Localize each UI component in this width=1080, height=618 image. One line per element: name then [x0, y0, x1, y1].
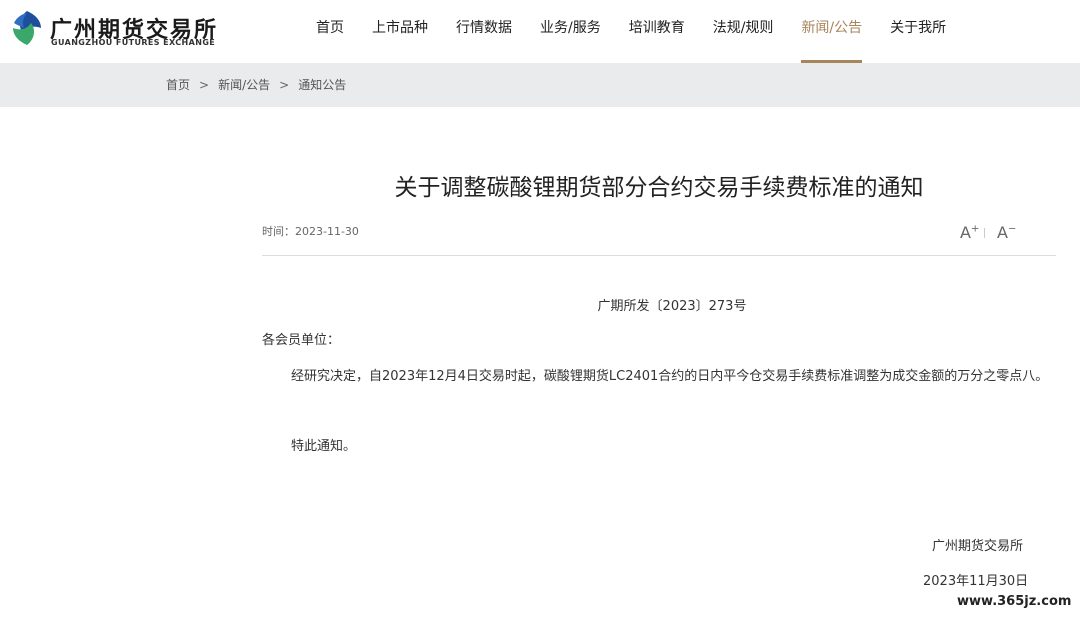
nav-item-listed-products[interactable]: 上市品种 — [372, 0, 428, 63]
font-decrease-label: A — [997, 223, 1008, 242]
logo-mark-icon — [13, 11, 41, 45]
signature-organization: 广州期货交易所 — [932, 539, 1024, 554]
article-date: 时间：2023-11-30 — [262, 225, 359, 238]
site-header: 广州期货交易所 GUANGZHOU FUTURES EXCHANGE 首页 上市… — [0, 0, 1080, 63]
nav-item-news-notices[interactable]: 新闻/公告 — [801, 0, 862, 63]
logo-english-name: GUANGZHOU FUTURES EXCHANGE — [51, 38, 216, 47]
title-divider — [262, 255, 1056, 256]
breadcrumb-current[interactable]: 通知公告 — [298, 78, 346, 92]
watermark: www.365jz.com — [955, 593, 1074, 610]
closing-line: 特此通知。 — [291, 439, 357, 454]
article-body: 经研究决定，自2023年12月4日交易时起，碳酸锂期货LC2401合约的日内平今… — [291, 369, 1049, 384]
font-increase-label: A — [960, 223, 971, 242]
main-nav: 首页 上市品种 行情数据 业务/服务 培训教育 法规/规则 新闻/公告 关于我所 — [316, 0, 946, 63]
nav-item-market-data[interactable]: 行情数据 — [456, 0, 512, 63]
breadcrumb-separator: > — [199, 78, 210, 92]
nav-item-home[interactable]: 首页 — [316, 0, 344, 63]
nav-item-training[interactable]: 培训教育 — [629, 0, 685, 63]
breadcrumb-section[interactable]: 新闻/公告 — [218, 78, 270, 92]
font-decrease-button[interactable]: A− — [997, 223, 1016, 242]
font-control-divider — [984, 228, 985, 238]
breadcrumb-separator: > — [279, 78, 290, 92]
salutation: 各会员单位： — [262, 333, 341, 348]
breadcrumb: 首页 > 新闻/公告 > 通知公告 — [166, 63, 346, 107]
font-increase-button[interactable]: A+ — [960, 223, 979, 242]
exchange-logo[interactable]: 广州期货交易所 GUANGZHOU FUTURES EXCHANGE — [8, 9, 218, 49]
nav-item-business-services[interactable]: 业务/服务 — [540, 0, 601, 63]
document-number: 广期所发〔2023〕273号 — [597, 299, 747, 314]
breadcrumb-bar: 首页 > 新闻/公告 > 通知公告 — [0, 63, 1080, 107]
signature-date: 2023年11月30日 — [923, 574, 1029, 589]
article-title: 关于调整碳酸锂期货部分合约交易手续费标准的通知 — [394, 175, 924, 201]
nav-item-rules[interactable]: 法规/规则 — [713, 0, 774, 63]
breadcrumb-home[interactable]: 首页 — [166, 78, 190, 92]
plus-icon: + — [970, 223, 980, 235]
minus-icon: − — [1007, 223, 1017, 235]
nav-item-about[interactable]: 关于我所 — [890, 0, 946, 63]
